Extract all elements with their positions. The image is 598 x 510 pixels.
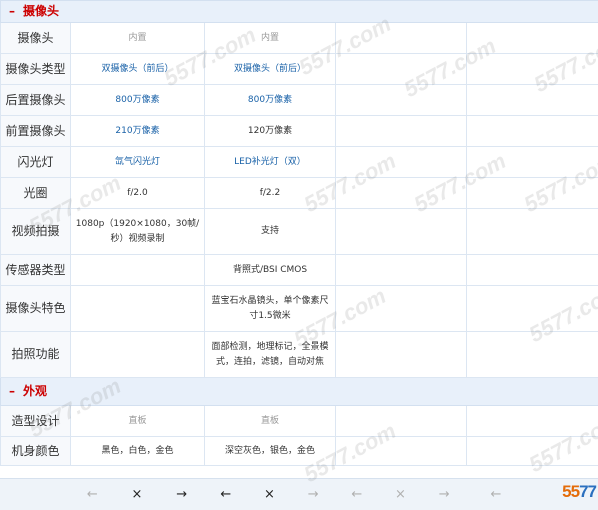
move-left-button[interactable]: ← [345, 487, 369, 502]
row-value-1: 双摄像头（前后） [71, 54, 205, 85]
row-value-4 [467, 255, 598, 286]
row-value-1: 直板 [71, 406, 205, 437]
row-value-3 [336, 54, 467, 85]
row-value-2: 深空灰色，银色，金色 [205, 437, 336, 466]
row-aperture: 光圈 f/2.0 f/2.2 [1, 178, 598, 209]
column-4-controls: ← [466, 479, 564, 510]
site-logo: 5577 [562, 482, 596, 502]
row-value-3 [336, 147, 467, 178]
row-value-4 [467, 54, 598, 85]
row-value-4 [467, 406, 598, 437]
remove-column-button[interactable]: × [257, 487, 281, 502]
row-value-3 [336, 286, 467, 332]
row-label: 摄像头类型 [1, 54, 71, 85]
row-value-3 [336, 209, 467, 255]
row-value-2: 背照式/BSI CMOS [205, 255, 336, 286]
row-value-2: 面部检测，地理标记，全景模式，连拍，滤镜，自动对焦 [205, 332, 336, 378]
row-body-color: 机身颜色 黑色，白色，金色 深空灰色，银色，金色 [1, 437, 598, 466]
row-value-4 [467, 286, 598, 332]
row-value-3 [336, 255, 467, 286]
row-value-4 [467, 147, 598, 178]
row-value-3 [336, 85, 467, 116]
row-front-camera: 前置摄像头 210万像素 120万像素 [1, 116, 598, 147]
move-right-button[interactable]: → [301, 487, 325, 502]
row-camera-features: 摄像头特色 蓝宝石水晶镜头，单个像素尺寸1.5微米 [1, 286, 598, 332]
row-value-1 [71, 255, 205, 286]
row-value-3 [336, 406, 467, 437]
section-appearance: –外观 [1, 378, 598, 406]
row-label: 拍照功能 [1, 332, 71, 378]
row-value-4 [467, 178, 598, 209]
row-value-2: 双摄像头（前后） [205, 54, 336, 85]
row-value-1: 210万像素 [71, 116, 205, 147]
row-rear-camera: 后置摄像头 800万像素 800万像素 [1, 85, 598, 116]
row-value-4 [467, 209, 598, 255]
column-3-controls: ← × → [335, 479, 466, 510]
row-value-2: 蓝宝石水晶镜头，单个像素尺寸1.5微米 [205, 286, 336, 332]
row-value-3 [336, 178, 467, 209]
row-label: 后置摄像头 [1, 85, 71, 116]
column-1-controls: ← × → [70, 479, 204, 510]
row-camera-type: 摄像头类型 双摄像头（前后） 双摄像头（前后） [1, 54, 598, 85]
row-label: 视频拍摄 [1, 209, 71, 255]
row-value-4 [467, 85, 598, 116]
row-value-2: LED补光灯（双） [205, 147, 336, 178]
column-2-controls: ← × → [204, 479, 335, 510]
row-value-1: 800万像素 [71, 85, 205, 116]
row-label: 光圈 [1, 178, 71, 209]
row-label: 传感器类型 [1, 255, 71, 286]
row-label: 机身颜色 [1, 437, 71, 466]
remove-column-button[interactable]: × [388, 487, 412, 502]
row-value-1: f/2.0 [71, 178, 205, 209]
row-value-1: 内置 [71, 23, 205, 54]
row-value-2: 800万像素 [205, 85, 336, 116]
row-flash: 闪光灯 氙气闪光灯 LED补光灯（双） [1, 147, 598, 178]
row-value-1: 1080p（1920×1080，30帧/秒）视频录制 [71, 209, 205, 255]
move-left-button[interactable]: ← [214, 487, 238, 502]
row-label: 造型设计 [1, 406, 71, 437]
row-value-2: 120万像素 [205, 116, 336, 147]
row-value-2: f/2.2 [205, 178, 336, 209]
row-label: 摄像头特色 [1, 286, 71, 332]
row-value-3 [336, 116, 467, 147]
row-value-2: 直板 [205, 406, 336, 437]
row-value-4 [467, 332, 598, 378]
collapse-appearance-toggle[interactable]: – [7, 384, 17, 399]
row-value-3 [336, 332, 467, 378]
spec-table: –摄像头 摄像头 内置 内置 摄像头类型 双摄像头（前后） 双摄像头（前后） 后… [0, 0, 598, 466]
row-value-4 [467, 23, 598, 54]
row-design: 造型设计 直板 直板 [1, 406, 598, 437]
row-label: 前置摄像头 [1, 116, 71, 147]
row-value-1: 氙气闪光灯 [71, 147, 205, 178]
row-video: 视频拍摄 1080p（1920×1080，30帧/秒）视频录制 支持 [1, 209, 598, 255]
row-value-4 [467, 437, 598, 466]
row-value-3 [336, 437, 467, 466]
row-value-1 [71, 332, 205, 378]
section-camera-title: 摄像头 [23, 4, 59, 18]
row-value-4 [467, 116, 598, 147]
row-label: 闪光灯 [1, 147, 71, 178]
move-right-button[interactable]: → [432, 487, 456, 502]
section-appearance-title: 外观 [23, 384, 47, 398]
row-value-1: 黑色，白色，金色 [71, 437, 205, 466]
collapse-camera-toggle[interactable]: – [7, 4, 17, 19]
move-right-button[interactable]: → [170, 487, 194, 502]
remove-column-button[interactable]: × [125, 487, 149, 502]
move-left-button[interactable]: ← [484, 487, 508, 502]
row-value-1 [71, 286, 205, 332]
row-value-3 [336, 23, 467, 54]
column-controls-bar: ← × → ← × → ← × → ← [0, 478, 598, 510]
row-camera: 摄像头 内置 内置 [1, 23, 598, 54]
section-camera: –摄像头 [1, 1, 598, 23]
row-value-2: 支持 [205, 209, 336, 255]
row-photo-functions: 拍照功能 面部检测，地理标记，全景模式，连拍，滤镜，自动对焦 [1, 332, 598, 378]
move-left-button[interactable]: ← [80, 487, 104, 502]
row-value-2: 内置 [205, 23, 336, 54]
row-label: 摄像头 [1, 23, 71, 54]
row-sensor: 传感器类型 背照式/BSI CMOS [1, 255, 598, 286]
